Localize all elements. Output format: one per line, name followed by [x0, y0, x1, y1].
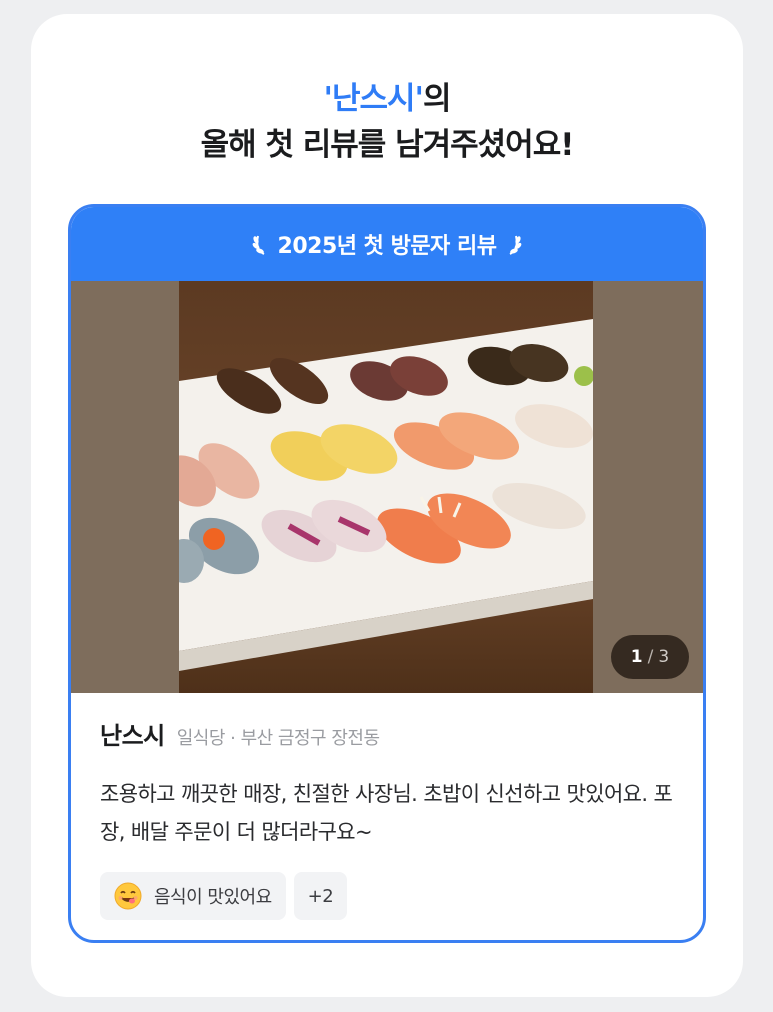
review-card[interactable]: 2025년 첫 방문자 리뷰 1 / 3 난스시 일식당 · 부산 금정구 장전… — [68, 204, 706, 943]
place-row: 난스시 일식당 · 부산 금정구 장전동 — [100, 716, 380, 751]
keyword-tag-label: 음식이 맛있어요 — [154, 887, 272, 908]
sushi-photo — [162, 281, 594, 693]
headline-line2: 올해 첫 리뷰를 남겨주셨어요! — [200, 127, 575, 163]
laurel-left-icon — [252, 235, 265, 255]
sushi-platter-image — [162, 319, 594, 671]
photo-counter-current: 1 — [630, 647, 643, 667]
review-text: 조용하고 깨끗한 매장, 친절한 사장님. 초밥이 신선하고 맛있어요. 포장,… — [100, 782, 673, 844]
restaurant-highlight: '난스시' — [323, 81, 424, 117]
place-meta: 일식당 · 부산 금정구 장전동 — [176, 728, 380, 749]
card-header: 2025년 첫 방문자 리뷰 — [71, 207, 703, 281]
card-header-label: 2025년 첫 방문자 리뷰 — [277, 234, 497, 259]
headline: '난스시'의 올해 첫 리뷰를 남겨주셨어요! — [31, 76, 743, 168]
headline-suffix: 의 — [423, 81, 452, 117]
photo-counter-separator: / — [647, 647, 654, 667]
place-name[interactable]: 난스시 — [100, 716, 165, 751]
keyword-tag[interactable]: 음식이 맛있어요 — [100, 872, 286, 920]
photo-counter-total: 3 — [658, 647, 670, 667]
more-tags-count: +2 — [307, 885, 334, 907]
review-photo[interactable]: 1/3 — [71, 281, 703, 693]
laurel-right-icon — [509, 235, 522, 255]
photo-counter: 1/3 — [611, 635, 689, 679]
review-sheet: '난스시'의 올해 첫 리뷰를 남겨주셨어요! 2025년 첫 방문자 리뷰 1… — [31, 14, 743, 997]
more-tags-button[interactable]: +2 — [293, 872, 348, 920]
yum-face-emoji-icon — [114, 882, 142, 910]
headline-line1: '난스시'의 — [31, 76, 743, 122]
keyword-tags: 음식이 맛있어요 +2 — [100, 872, 348, 920]
